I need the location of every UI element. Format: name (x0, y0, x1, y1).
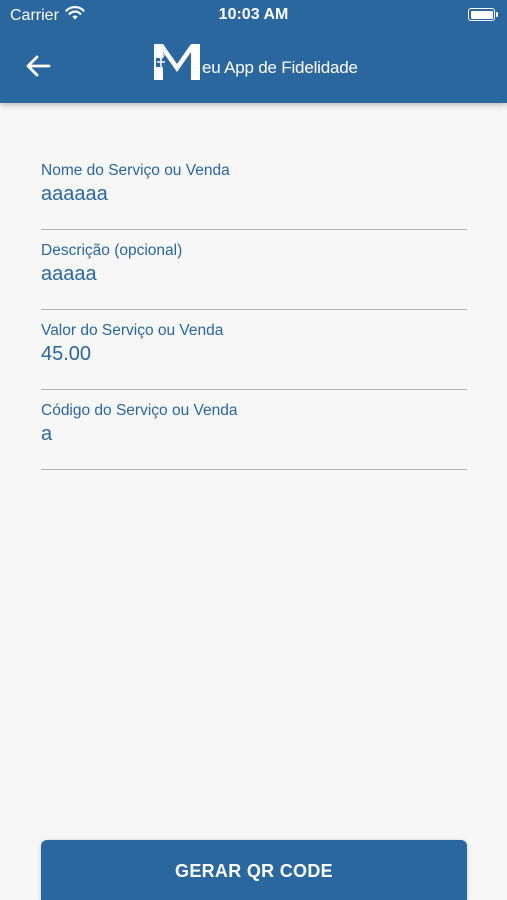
field-label: Nome do Serviço ou Venda (41, 162, 230, 179)
logo-text: eu App de Fidelidade (202, 58, 358, 77)
app-header: Carrier 10:03 AM eu App de Fidelidade (0, 0, 507, 103)
battery-icon (468, 8, 498, 21)
logo-m-icon (154, 44, 200, 80)
field-value[interactable]: a (41, 423, 52, 446)
status-time: 10:03 AM (218, 6, 289, 23)
generate-qr-code-button[interactable]: GERAR QR CODE (41, 840, 467, 900)
back-button[interactable] (22, 50, 54, 82)
field-value[interactable]: 45.00 (41, 343, 91, 366)
service-form: Nome do Serviço ou Venda aaaaaa Descriçã… (41, 150, 467, 470)
app-logo: eu App de Fidelidade (154, 40, 358, 80)
field-label: Descrição (opcional) (41, 242, 183, 259)
status-bar: Carrier 10:03 AM (0, 0, 507, 30)
field-value[interactable]: aaaaaa (41, 183, 108, 206)
field-value[interactable]: aaaaa (41, 263, 97, 286)
value-field[interactable]: Valor do Serviço ou Venda 45.00 (41, 310, 467, 390)
field-label: Valor do Serviço ou Venda (41, 322, 224, 339)
arrow-left-icon (26, 55, 51, 77)
code-field[interactable]: Código do Serviço ou Venda a (41, 390, 467, 470)
description-field[interactable]: Descrição (opcional) aaaaa (41, 230, 467, 310)
field-label: Código do Serviço ou Venda (41, 402, 238, 419)
service-name-field[interactable]: Nome do Serviço ou Venda aaaaaa (41, 150, 467, 230)
